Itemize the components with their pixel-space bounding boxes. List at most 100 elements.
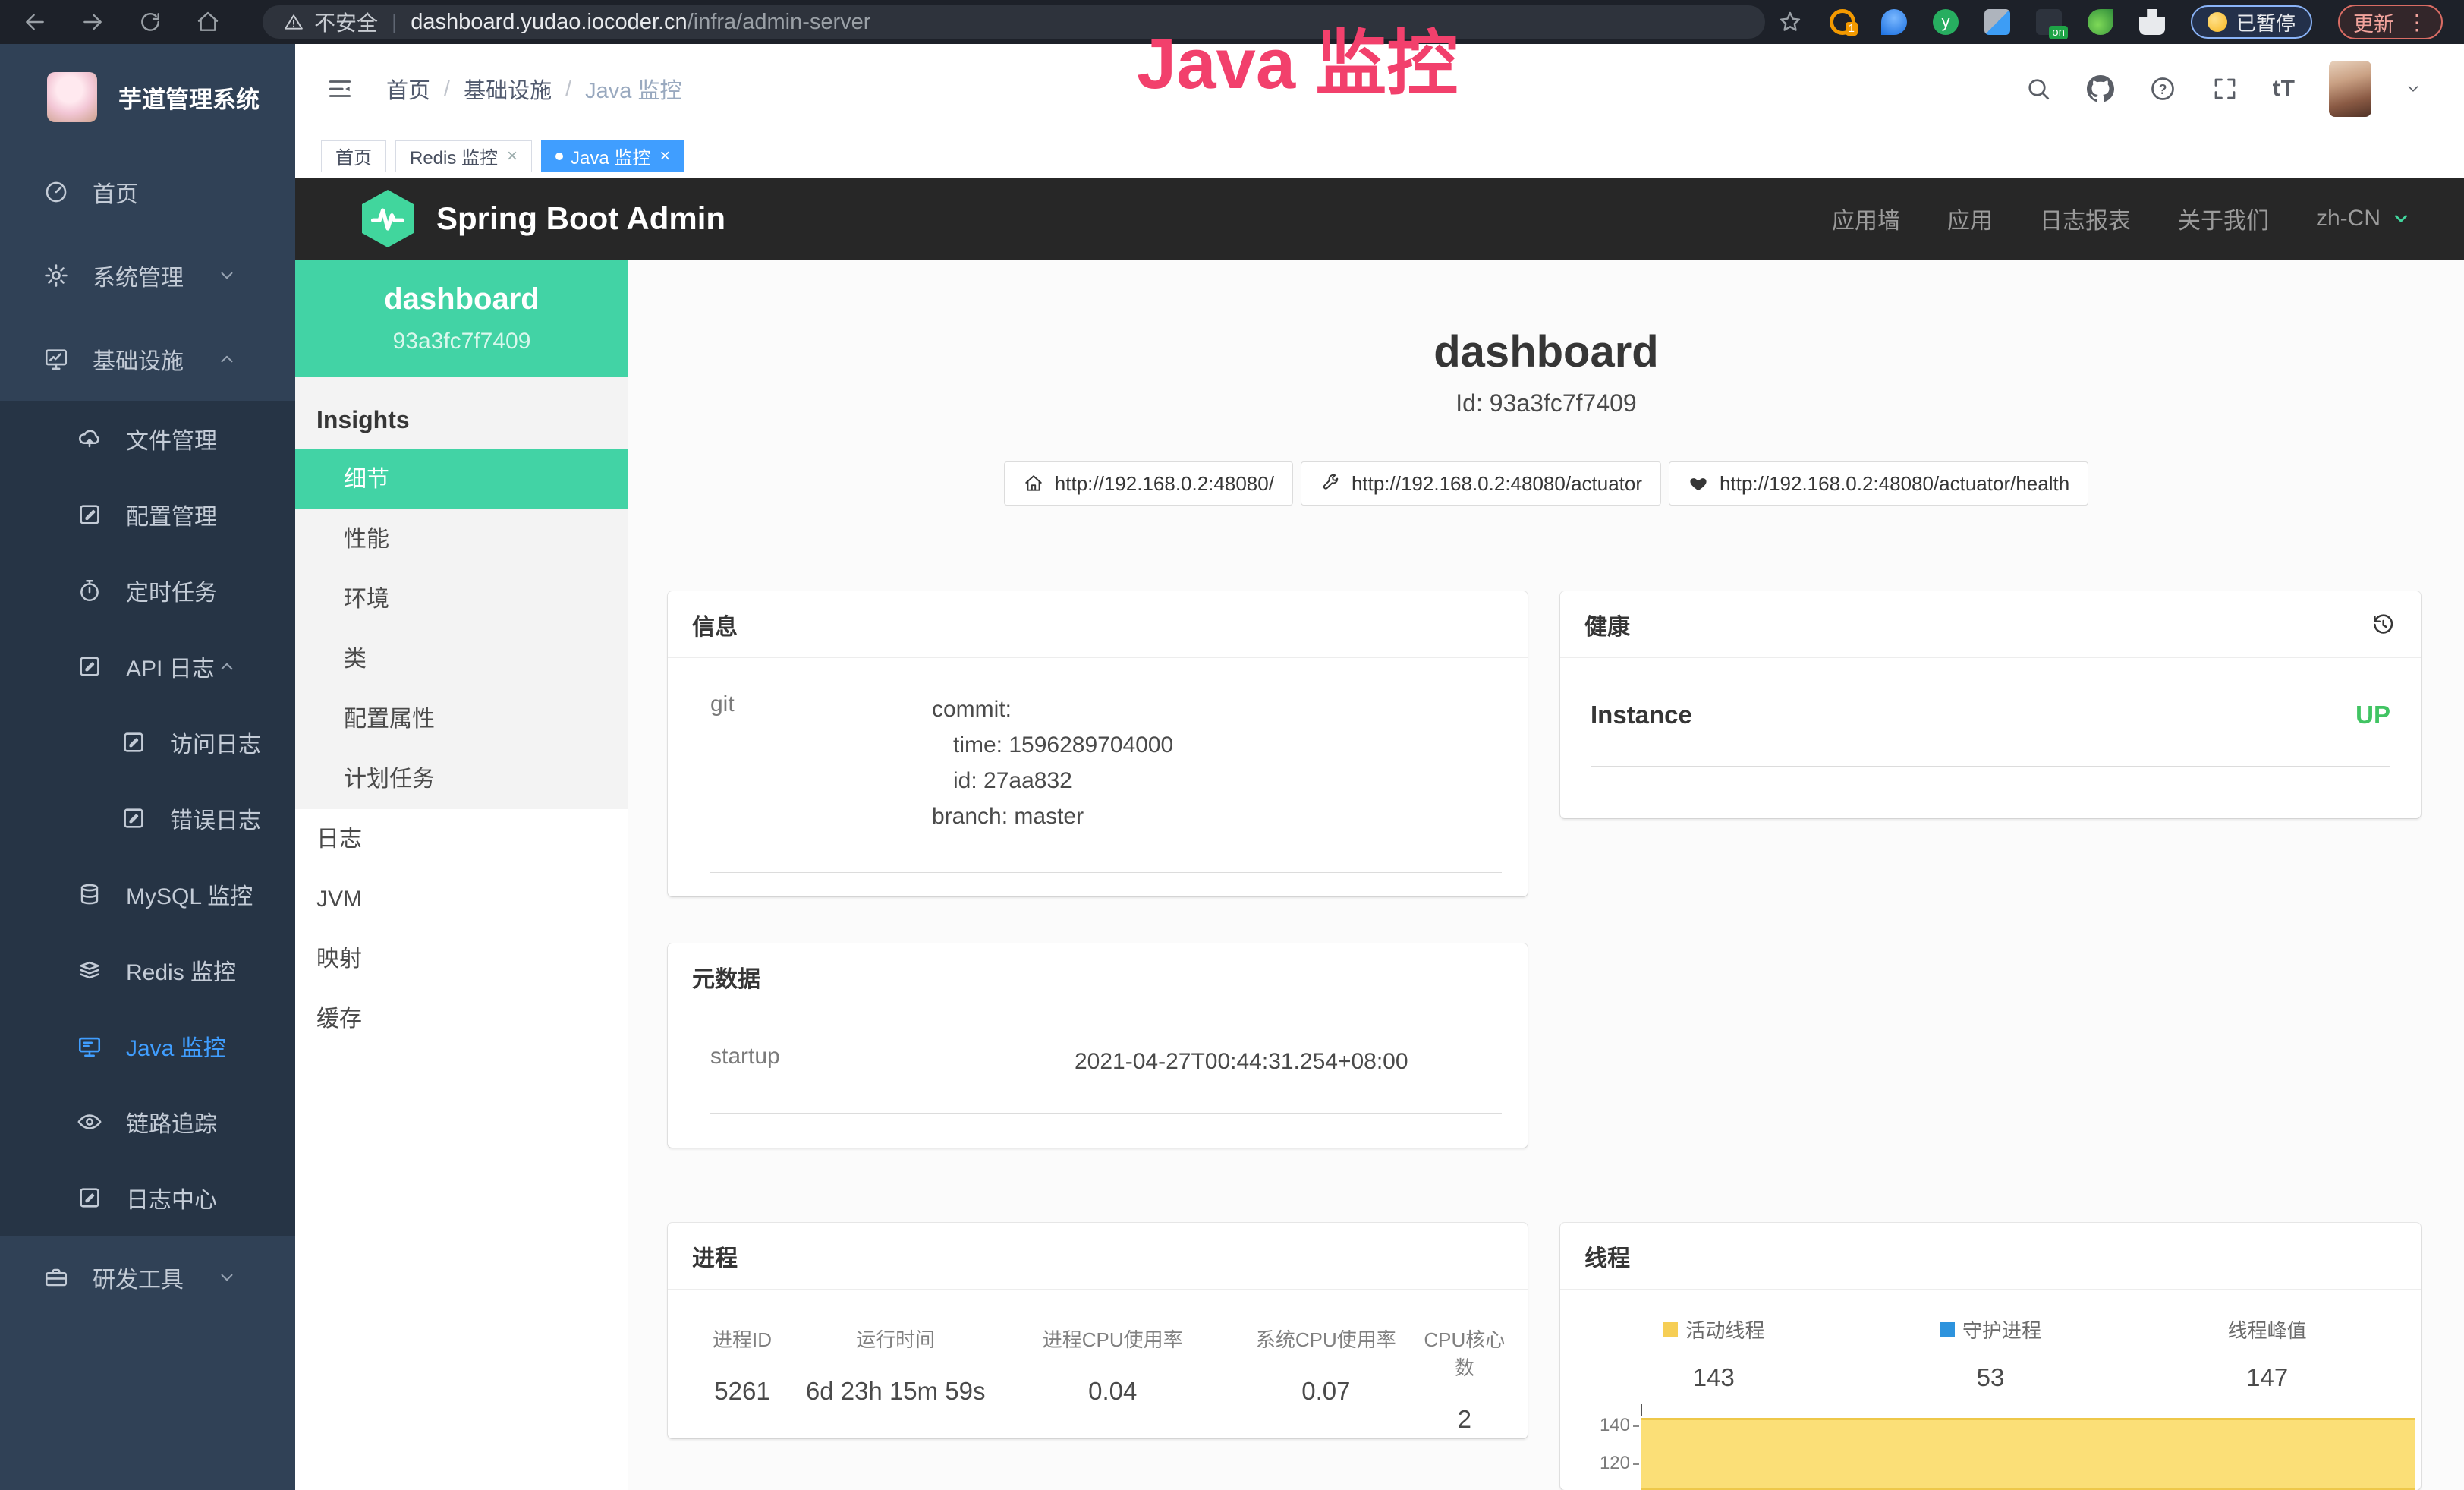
text-size-icon[interactable]: tT (2273, 76, 2296, 102)
insights-item-计划任务[interactable]: 计划任务 (295, 749, 628, 809)
instance-header[interactable]: dashboard 93a3fc7f7409 (295, 260, 628, 377)
browser-menu-icon[interactable]: ⋮ (2406, 10, 2428, 35)
sba-nav-about[interactable]: 关于我们 (2178, 202, 2269, 235)
sidebar-item-13[interactable]: 日志中心 (0, 1160, 295, 1236)
sidebar-item-label: Redis 监控 (126, 953, 236, 987)
insights-items: 细节性能环境类配置属性计划任务 (295, 449, 628, 809)
update-label: 更新 (2353, 8, 2394, 37)
extension-puzzle-icon[interactable] (2139, 9, 2165, 35)
sidebar-logo[interactable]: 芋道管理系统 (0, 44, 295, 150)
instance-menu-item-映射[interactable]: 映射 (295, 929, 628, 989)
sba-logo-icon[interactable] (362, 190, 414, 247)
sba-brand[interactable]: Spring Boot Admin (436, 200, 725, 237)
insights-item-环境[interactable]: 环境 (295, 569, 628, 629)
wrench-icon (1320, 473, 1341, 494)
home-chrome-icon[interactable] (194, 8, 222, 36)
thread-legend-0: 活动线程143 (1575, 1315, 1852, 1392)
sidebar-item-0[interactable]: 首页 (0, 150, 295, 234)
breadcrumb-home[interactable]: 首页 (386, 73, 430, 105)
insights-item-类[interactable]: 类 (295, 629, 628, 689)
insights-section-label: Insights (295, 392, 628, 449)
sidebar-item-label: 首页 (93, 175, 138, 209)
instance-menu-item-日志[interactable]: 日志 (295, 809, 628, 869)
extension-y-icon[interactable]: y (1933, 9, 1959, 35)
insights-item-配置属性[interactable]: 配置属性 (295, 689, 628, 749)
instance-link-2[interactable]: http://192.168.0.2:48080/actuator/health (1669, 461, 2088, 506)
sba-locale-select[interactable]: zh-CN (2316, 206, 2411, 232)
sba-nav: 应用墙 应用 日志报表 关于我们 zh-CN (1832, 202, 2411, 235)
fullscreen-icon[interactable] (2211, 74, 2239, 103)
extension-orange-icon[interactable]: 1 (1830, 9, 1855, 35)
update-button[interactable]: 更新 ⋮ (2338, 5, 2443, 39)
home-icon (1023, 473, 1044, 494)
url-domain: dashboard.yudao.iocoder.cn (411, 10, 687, 35)
sidebar-item-11[interactable]: Java 监控 (0, 1008, 295, 1084)
sidebar-item-2[interactable]: 基础设施 (0, 317, 295, 401)
help-icon[interactable]: ? (2148, 74, 2177, 103)
extension-grid-icon[interactable] (1984, 9, 2010, 35)
extension-pin-icon[interactable] (1881, 9, 1907, 35)
breadcrumb-infra[interactable]: 基础设施 (464, 73, 552, 105)
paused-pill[interactable]: 已暂停 (2191, 5, 2312, 39)
sba-nav-applications[interactable]: 应用 (1947, 202, 1993, 235)
metadata-card-title: 元数据 (692, 960, 760, 994)
sidebar-item-14[interactable]: 研发工具 (0, 1236, 295, 1319)
chevron-down-icon[interactable] (2405, 80, 2422, 97)
extension-list-icon[interactable]: on (2036, 9, 2062, 35)
info-line: branch: master (932, 799, 1173, 834)
tab-Java 监控[interactable]: Java 监控× (541, 140, 684, 172)
address-bar[interactable]: 不安全 | dashboard.yudao.iocoder.cn /infra/… (263, 5, 1765, 39)
hamburger-icon[interactable] (324, 73, 356, 105)
instance-menu-item-缓存[interactable]: 缓存 (295, 989, 628, 1049)
sidebar-item-4[interactable]: 配置管理 (0, 477, 295, 553)
process-col-header: 系统CPU使用率 (1232, 1325, 1420, 1353)
metadata-row-label: startup (710, 1044, 1075, 1079)
health-card-title: 健康 (1584, 608, 1630, 641)
process-col-header: 进程CPU使用率 (993, 1325, 1232, 1353)
main-content: dashboard Id: 93a3fc7f7409 http://192.16… (628, 260, 2464, 1490)
breadcrumb: 首页 / 基础设施 / Java 监控 (386, 73, 681, 105)
process-col-header: CPU核心数 (1420, 1325, 1509, 1381)
sidebar-item-5[interactable]: 定时任务 (0, 553, 295, 628)
avatar[interactable] (2329, 61, 2371, 117)
sba-locale-value: zh-CN (2316, 206, 2381, 232)
insights-item-性能[interactable]: 性能 (295, 509, 628, 569)
tab-首页[interactable]: 首页 (321, 140, 386, 172)
bookmark-star-icon[interactable] (1776, 8, 1804, 36)
chevron-down-icon (213, 262, 241, 289)
thread-legend-label: 守护进程 (1962, 1315, 2041, 1344)
sidebar-item-6[interactable]: API 日志 (0, 628, 295, 704)
sidebar-item-8[interactable]: 错误日志 (0, 780, 295, 856)
sidebar-item-7[interactable]: 访问日志 (0, 704, 295, 780)
page-instance-id: Id: 93a3fc7f7409 (628, 389, 2464, 417)
security-label: 不安全 (314, 7, 378, 37)
app-logo-image (47, 72, 97, 122)
sba-nav-wall[interactable]: 应用墙 (1832, 202, 1900, 235)
sidebar-item-1[interactable]: 系统管理 (0, 234, 295, 317)
close-icon[interactable]: × (659, 146, 670, 167)
github-icon[interactable] (2086, 74, 2115, 103)
legend-swatch-icon (1663, 1322, 1678, 1337)
sba-nav-journal[interactable]: 日志报表 (2040, 202, 2131, 235)
info-line: id: 27aa832 (932, 763, 1173, 799)
history-icon[interactable] (2369, 611, 2396, 638)
sidebar-item-10[interactable]: Redis 监控 (0, 932, 295, 1008)
extension-sprout-icon[interactable] (2088, 9, 2113, 35)
forward-icon[interactable] (79, 8, 106, 36)
reload-icon[interactable] (137, 8, 164, 36)
instance-menu-item-JVM[interactable]: JVM (295, 869, 628, 929)
sidebar-item-label: 链路追踪 (126, 1105, 217, 1139)
log-icon (76, 653, 103, 680)
timer-icon (76, 577, 103, 604)
sidebar-item-12[interactable]: 链路追踪 (0, 1084, 295, 1160)
close-icon[interactable]: × (507, 146, 518, 167)
tab-Redis 监控[interactable]: Redis 监控× (395, 140, 532, 172)
instance-link-0[interactable]: http://192.168.0.2:48080/ (1004, 461, 1293, 506)
sidebar-item-3[interactable]: 文件管理 (0, 401, 295, 477)
insights-item-细节[interactable]: 细节 (295, 449, 628, 509)
back-icon[interactable] (21, 8, 49, 36)
instance-link-1[interactable]: http://192.168.0.2:48080/actuator (1301, 461, 1661, 506)
annotation-java-monitor: Java 监控 (1137, 6, 1458, 109)
sidebar-item-9[interactable]: MySQL 监控 (0, 856, 295, 932)
search-icon[interactable] (2024, 74, 2053, 103)
